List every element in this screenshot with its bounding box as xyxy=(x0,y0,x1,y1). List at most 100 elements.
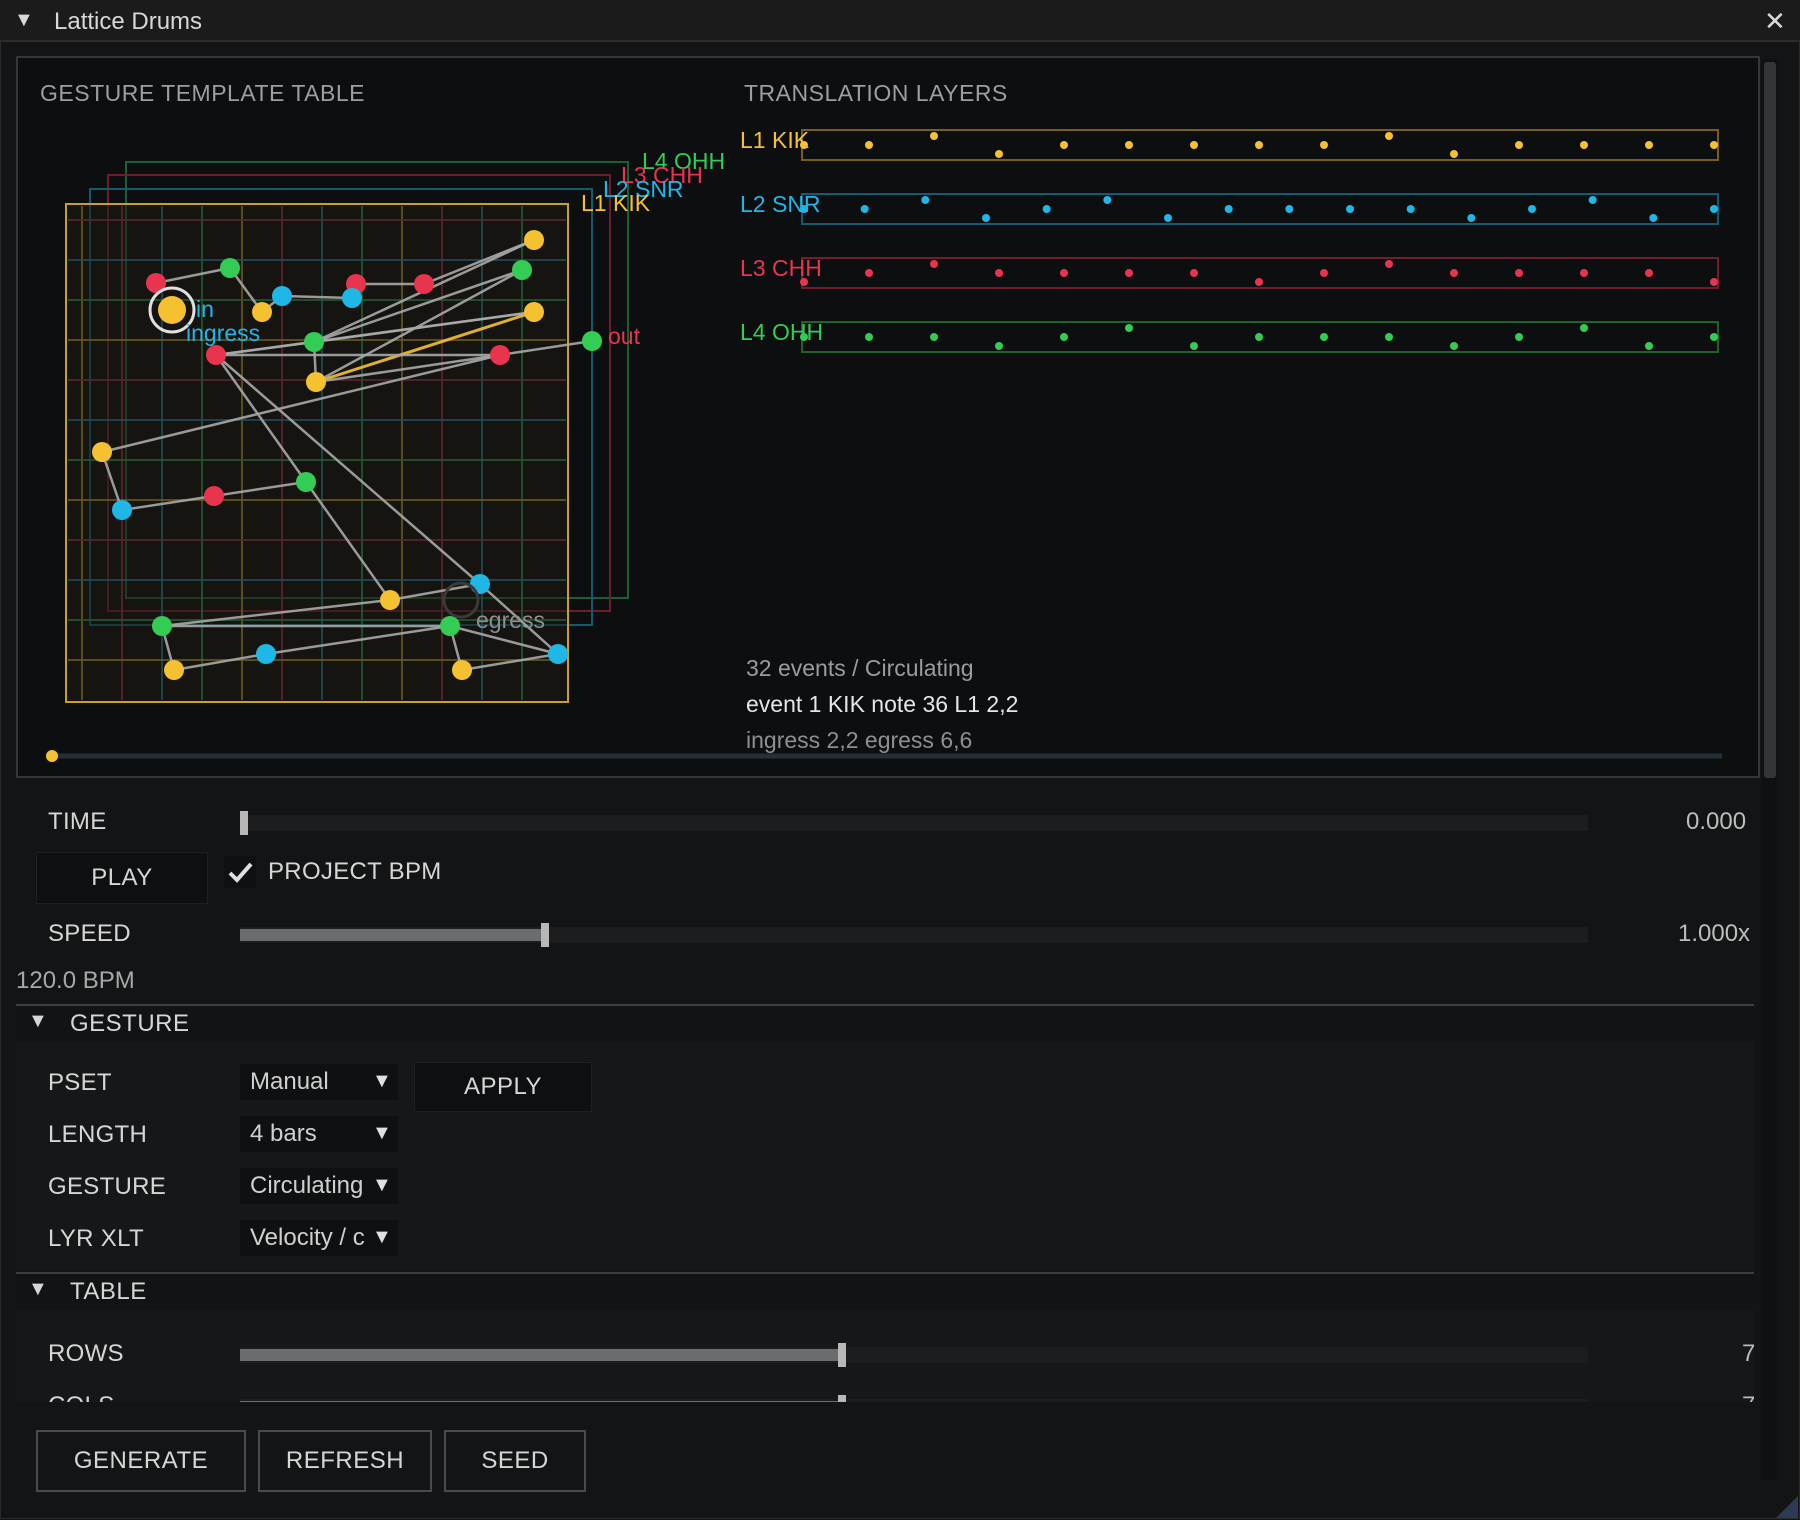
lane-event-dot xyxy=(1190,141,1198,149)
lane-event-dot xyxy=(930,260,938,268)
gesture-node[interactable] xyxy=(440,616,460,636)
egress-label: egress xyxy=(476,607,545,633)
lane-event-dot xyxy=(865,269,873,277)
cols-slider-handle[interactable] xyxy=(838,1395,846,1402)
lane-event-dot xyxy=(1320,269,1328,277)
gesture-node[interactable] xyxy=(206,345,226,365)
gesture-node[interactable] xyxy=(512,260,532,280)
gesture-dropdown[interactable]: Circulating ▼ xyxy=(240,1168,398,1204)
collapse-triangle-icon[interactable]: ▼ xyxy=(14,9,34,32)
lane-event-dot xyxy=(1528,205,1536,213)
stack-label-l1: L1 KIK xyxy=(581,190,651,216)
cols-value: 7 xyxy=(1742,1392,1754,1402)
table-section-header[interactable]: ▼ TABLE xyxy=(16,1272,1754,1310)
refresh-button[interactable]: REFRESH xyxy=(258,1430,432,1492)
lane-event-dot xyxy=(1346,205,1354,213)
vertical-scrollbar-thumb[interactable] xyxy=(1764,62,1776,778)
layer-label-l1: L1 KIK xyxy=(740,127,810,153)
lane-event-dot xyxy=(1060,333,1068,341)
lane-event-dot xyxy=(1645,141,1653,149)
gesture-node[interactable] xyxy=(490,345,510,365)
play-button[interactable]: PLAY xyxy=(36,852,208,904)
generate-button[interactable]: GENERATE xyxy=(36,1430,246,1492)
rows-slider-fill xyxy=(240,1349,840,1361)
layer-label-l3: L3 CHH xyxy=(740,255,822,281)
resize-grip-icon[interactable] xyxy=(1776,1496,1798,1518)
gesture-node[interactable] xyxy=(304,332,324,352)
gesture-node[interactable] xyxy=(452,660,472,680)
lane-event-dot xyxy=(930,132,938,140)
visualizer-canvas[interactable]: L4 OHH L3 CHH L2 SNR L1 KIK in ingress o… xyxy=(16,56,1760,778)
event-summary: 32 events / Circulating xyxy=(746,655,974,681)
lane-event-dot xyxy=(1190,269,1198,277)
gesture-node[interactable] xyxy=(524,230,544,250)
time-slider-handle[interactable] xyxy=(240,811,248,835)
triangle-down-icon: ▼ xyxy=(372,1174,392,1196)
gesture-node[interactable] xyxy=(252,302,272,322)
lane-event-dot xyxy=(1190,342,1198,350)
lane-event-dot xyxy=(860,205,869,213)
ingress-egress-readout: ingress 2,2 egress 6,6 xyxy=(746,727,972,753)
lane-event-dot xyxy=(1224,205,1233,213)
gesture-node[interactable] xyxy=(414,274,434,294)
lane-event-dot xyxy=(1125,141,1133,149)
gesture-node[interactable] xyxy=(204,486,224,506)
playhead-dot[interactable] xyxy=(46,750,58,762)
lane-event-dot xyxy=(1060,269,1068,277)
lane-event-dot xyxy=(1042,205,1051,213)
time-slider[interactable] xyxy=(240,811,1588,835)
lyr-xlt-dropdown[interactable]: Velocity / c ▼ xyxy=(240,1220,398,1256)
ingress-node[interactable] xyxy=(158,296,186,324)
gesture-node[interactable] xyxy=(582,331,602,351)
lane-event-dot xyxy=(1060,141,1068,149)
gesture-node[interactable] xyxy=(112,500,132,520)
gesture-node[interactable] xyxy=(470,574,490,594)
lane-event-dot xyxy=(865,141,873,149)
gesture-label: GESTURE xyxy=(48,1173,167,1200)
speed-label: SPEED xyxy=(48,920,131,947)
lane-event-dot xyxy=(1406,205,1415,213)
translation-lane[interactable] xyxy=(801,193,1719,225)
gesture-node[interactable] xyxy=(524,302,544,322)
gesture-node[interactable] xyxy=(306,372,326,392)
speed-slider-handle[interactable] xyxy=(541,923,549,947)
triangle-down-icon: ▼ xyxy=(372,1226,392,1248)
gesture-section-header[interactable]: ▼ GESTURE xyxy=(16,1004,1754,1042)
section-collapse-icon[interactable]: ▼ xyxy=(28,1278,48,1301)
gesture-node[interactable] xyxy=(380,590,400,610)
gesture-node[interactable] xyxy=(92,442,112,462)
lane-event-dot xyxy=(995,150,1003,158)
length-dropdown[interactable]: 4 bars ▼ xyxy=(240,1116,398,1152)
translation-lanes[interactable] xyxy=(800,129,1719,353)
lane-event-dot xyxy=(1255,333,1263,341)
gesture-node[interactable] xyxy=(548,644,568,664)
gesture-node[interactable] xyxy=(152,616,172,636)
project-bpm-label[interactable]: PROJECT BPM xyxy=(268,858,442,886)
gesture-node[interactable] xyxy=(272,286,292,306)
gesture-node[interactable] xyxy=(296,472,316,492)
bpm-readout: 120.0 BPM xyxy=(16,967,135,994)
visualizer-svg[interactable]: L4 OHH L3 CHH L2 SNR L1 KIK in ingress o… xyxy=(18,58,1758,776)
gesture-node[interactable] xyxy=(220,258,240,278)
lane-event-dot xyxy=(995,342,1003,350)
length-label: LENGTH xyxy=(48,1121,148,1148)
pset-dropdown[interactable]: Manual ▼ xyxy=(240,1064,398,1100)
window-titlebar[interactable]: ▼ Lattice Drums ✕ xyxy=(0,0,1800,42)
lane-event-dot xyxy=(1385,260,1393,268)
gesture-node[interactable] xyxy=(256,644,276,664)
triangle-down-icon: ▼ xyxy=(372,1122,392,1144)
gesture-node[interactable] xyxy=(164,660,184,680)
rows-slider-handle[interactable] xyxy=(838,1343,846,1367)
gesture-node[interactable] xyxy=(342,288,362,308)
close-icon[interactable]: ✕ xyxy=(1764,6,1786,37)
section-collapse-icon[interactable]: ▼ xyxy=(28,1010,48,1033)
in-label: in xyxy=(196,296,214,322)
lane-event-dot xyxy=(1580,141,1588,149)
speed-slider[interactable] xyxy=(240,923,1588,947)
seed-button[interactable]: SEED xyxy=(444,1430,586,1492)
translation-layers-heading: TRANSLATION LAYERS xyxy=(744,80,1008,106)
table-section-body: ROWS 7 COLS 7 xyxy=(16,1310,1754,1402)
apply-button[interactable]: APPLY xyxy=(414,1062,592,1112)
rows-slider[interactable] xyxy=(240,1343,1588,1367)
project-bpm-checkbox[interactable] xyxy=(224,856,256,888)
